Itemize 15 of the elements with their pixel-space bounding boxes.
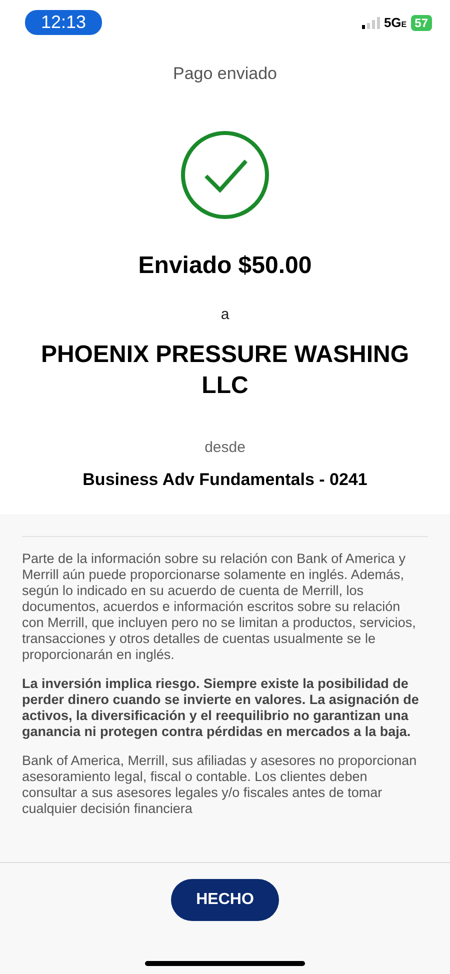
disclosure-text: Bank of America, Merrill, sus afiliadas y asesores no proporcionan asesoramiento legal, fiscal o contable. Los clientes deben consultar a sus asesores legales y/o fiscales antes de tomar cualquier decisión financiera [22, 753, 418, 817]
status-time: 12:13 [25, 10, 102, 35]
network-label: 5GE [384, 15, 407, 30]
to-label: a [220, 306, 230, 323]
amount-text: Enviado $50.00 [138, 252, 312, 280]
battery-level: 57 [410, 14, 432, 30]
disclosure-text: Parte de la información sobre su relación con Bank of America y Merrill aún puede proporcionarse solamente en inglés. Además, según lo indicado en su acuerdo de cuenta de Merrill, los documentos, acuerdos e información escritos sobre su relación con Merrill, que incluyen pero no se limitan a productos, servicios, transacciones y otros detalles de cuentas usualmente se le proporcionarán en inglés. [22, 551, 417, 663]
account-name: Business Adv Fundamentals - 0241 [82, 470, 368, 490]
from-label: desde [204, 439, 246, 456]
disclosure-text: La inversión implica riesgo. Siempre existe la posibilidad de perder dinero cuando se invierte en valores. La asignación de activos, la diversificación y el reequilibrio no garantizan una ganancia ni protegen contra pérdidas en mercados a la baja. [22, 676, 420, 740]
page-title: Pago enviado [173, 64, 277, 84]
recipient-name: PHOENIX PRESSURE WASHING LLC [40, 340, 410, 401]
done-button[interactable]: HECHO [171, 879, 279, 921]
signal-icon [362, 16, 380, 28]
check-circle-icon [180, 130, 270, 220]
